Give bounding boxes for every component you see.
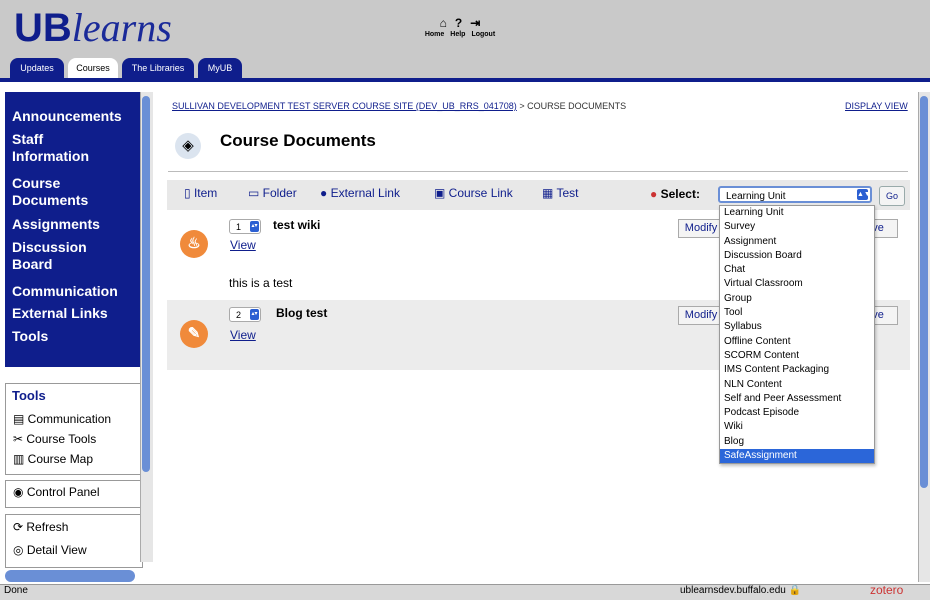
nav-discussion-board[interactable]: Discussion Board xyxy=(12,239,122,273)
dropdown-option[interactable]: Syllabus xyxy=(720,320,874,334)
dropdown-option[interactable]: Chat xyxy=(720,263,874,277)
dropdown-option[interactable]: Tool xyxy=(720,306,874,320)
nav-tools[interactable]: Tools xyxy=(12,328,48,345)
dropdown-option[interactable]: Discussion Board xyxy=(720,249,874,263)
display-view-link[interactable]: DISPLAY VIEW xyxy=(845,101,908,111)
tools-panel-title: Tools xyxy=(12,388,46,403)
ublearns-logo[interactable]: UBlearns xyxy=(14,6,172,51)
course-documents-icon: ◈ xyxy=(175,133,201,159)
view-link[interactable]: View xyxy=(230,238,256,252)
order-stepper[interactable]: 2 ▴▾ xyxy=(229,307,261,322)
sidebar-scroll-thumb[interactable] xyxy=(142,96,150,472)
dropdown-option[interactable]: SCORM Content xyxy=(720,349,874,363)
item-body-text: this is a test xyxy=(229,276,293,290)
course-tools-icon: ✂ xyxy=(13,432,27,446)
nav-communication[interactable]: Communication xyxy=(12,283,118,300)
dropdown-option[interactable]: Offline Content xyxy=(720,335,874,349)
tool-communication[interactable]: ▤ Communication xyxy=(13,412,111,426)
main-scroll-thumb[interactable] xyxy=(920,96,928,488)
help-icon[interactable]: ? xyxy=(455,16,462,30)
detail-view-link[interactable]: ◎ Detail View xyxy=(13,543,87,557)
refresh-link[interactable]: ⟳ Refresh xyxy=(13,520,68,534)
dropdown-option[interactable]: Group xyxy=(720,292,874,306)
course-link-icon: ▣ xyxy=(434,186,449,200)
status-host: ublearnsdev.buffalo.edu 🔒 xyxy=(680,585,802,596)
course-map-icon: ▥ xyxy=(13,452,28,466)
tab-updates[interactable]: Updates xyxy=(10,58,64,78)
tab-courses[interactable]: Courses xyxy=(68,58,118,78)
view-link[interactable]: View xyxy=(230,328,256,342)
nav-assignments[interactable]: Assignments xyxy=(12,216,100,233)
status-text: Done xyxy=(4,585,28,596)
dropdown-option[interactable]: Wiki xyxy=(720,420,874,434)
item-icon: ▯ xyxy=(184,186,194,200)
stepper-arrow-icon: ▴▾ xyxy=(250,221,259,232)
order-stepper[interactable]: 1 ▴▾ xyxy=(229,219,261,234)
home-link[interactable]: Home xyxy=(425,31,444,38)
item-title: test wiki xyxy=(273,218,321,232)
add-external-link-button[interactable]: ● External Link xyxy=(320,186,400,200)
dropdown-option[interactable]: IMS Content Packaging xyxy=(720,363,874,377)
content-type-dropdown-list: Learning Unit Survey Assignment Discussi… xyxy=(719,205,875,464)
add-course-link-button[interactable]: ▣ Course Link xyxy=(434,186,513,200)
page-title: Course Documents xyxy=(220,131,376,150)
stepper-arrow-icon: ▴▾ xyxy=(250,309,259,320)
select-arrow-icon: ▲▼ xyxy=(857,189,871,200)
breadcrumb-course-link[interactable]: SULLIVAN DEVELOPMENT TEST SERVER COURSE … xyxy=(172,101,517,111)
top-links: ⌂ ? ⇥ Home Help Logout xyxy=(420,16,500,38)
breadcrumb-current: > COURSE DOCUMENTS xyxy=(519,101,627,111)
dropdown-option[interactable]: Assignment xyxy=(720,235,874,249)
nav-staff-information[interactable]: Staff Information xyxy=(12,131,122,165)
lock-icon: 🔒 xyxy=(788,585,802,596)
tool-course-tools[interactable]: ✂ Course Tools xyxy=(13,432,96,446)
globe-icon: ● xyxy=(320,186,331,200)
add-item-button[interactable]: ▯ Item xyxy=(184,186,217,200)
zotero-button[interactable]: zotero xyxy=(870,583,903,597)
logout-link[interactable]: Logout xyxy=(471,31,495,38)
dropdown-option[interactable]: Learning Unit xyxy=(720,206,874,220)
select-icon: ● xyxy=(650,187,661,201)
go-button[interactable]: Go xyxy=(879,186,905,206)
blog-icon: ✎ xyxy=(180,320,208,348)
nav-announcements[interactable]: Announcements xyxy=(12,108,122,125)
detail-view-icon: ◎ xyxy=(13,543,27,557)
dropdown-option[interactable]: Virtual Classroom xyxy=(720,277,874,291)
sidebar-horizontal-scroll-thumb[interactable] xyxy=(5,570,135,582)
control-panel-link[interactable]: ◉ Control Panel xyxy=(13,485,100,499)
dropdown-option[interactable]: Podcast Episode xyxy=(720,406,874,420)
logout-icon[interactable]: ⇥ xyxy=(470,16,480,30)
modify-button[interactable]: Modify xyxy=(678,219,724,238)
add-test-button[interactable]: ▦ Test xyxy=(542,186,578,200)
wiki-icon: ♨ xyxy=(180,230,208,258)
item-title: Blog test xyxy=(276,306,328,320)
dropdown-option[interactable]: Blog xyxy=(720,435,874,449)
control-panel-icon: ◉ xyxy=(13,485,27,499)
tab-the-libraries[interactable]: The Libraries xyxy=(122,58,194,78)
dropdown-option-selected[interactable]: SafeAssignment xyxy=(720,449,874,464)
title-divider xyxy=(168,171,908,172)
folder-icon: ▭ xyxy=(248,186,263,200)
dropdown-option[interactable]: NLN Content xyxy=(720,378,874,392)
dropdown-option[interactable]: Survey xyxy=(720,220,874,234)
home-icon[interactable]: ⌂ xyxy=(440,16,447,30)
help-link[interactable]: Help xyxy=(450,31,465,38)
nav-course-documents[interactable]: Course Documents xyxy=(12,175,122,209)
dropdown-option[interactable]: Self and Peer Assessment xyxy=(720,392,874,406)
tool-course-map[interactable]: ▥ Course Map xyxy=(13,452,93,466)
communication-icon: ▤ xyxy=(13,412,28,426)
nav-external-links[interactable]: External Links xyxy=(12,305,108,322)
tab-myub[interactable]: MyUB xyxy=(198,58,242,78)
select-label: ● Select: xyxy=(650,187,700,201)
test-icon: ▦ xyxy=(542,186,557,200)
modify-button[interactable]: Modify xyxy=(678,306,724,325)
refresh-icon: ⟳ xyxy=(13,520,27,534)
content-type-select[interactable]: Learning Unit ▲▼ xyxy=(718,186,872,203)
breadcrumb: SULLIVAN DEVELOPMENT TEST SERVER COURSE … xyxy=(172,101,626,111)
add-folder-button[interactable]: ▭ Folder xyxy=(248,186,297,200)
